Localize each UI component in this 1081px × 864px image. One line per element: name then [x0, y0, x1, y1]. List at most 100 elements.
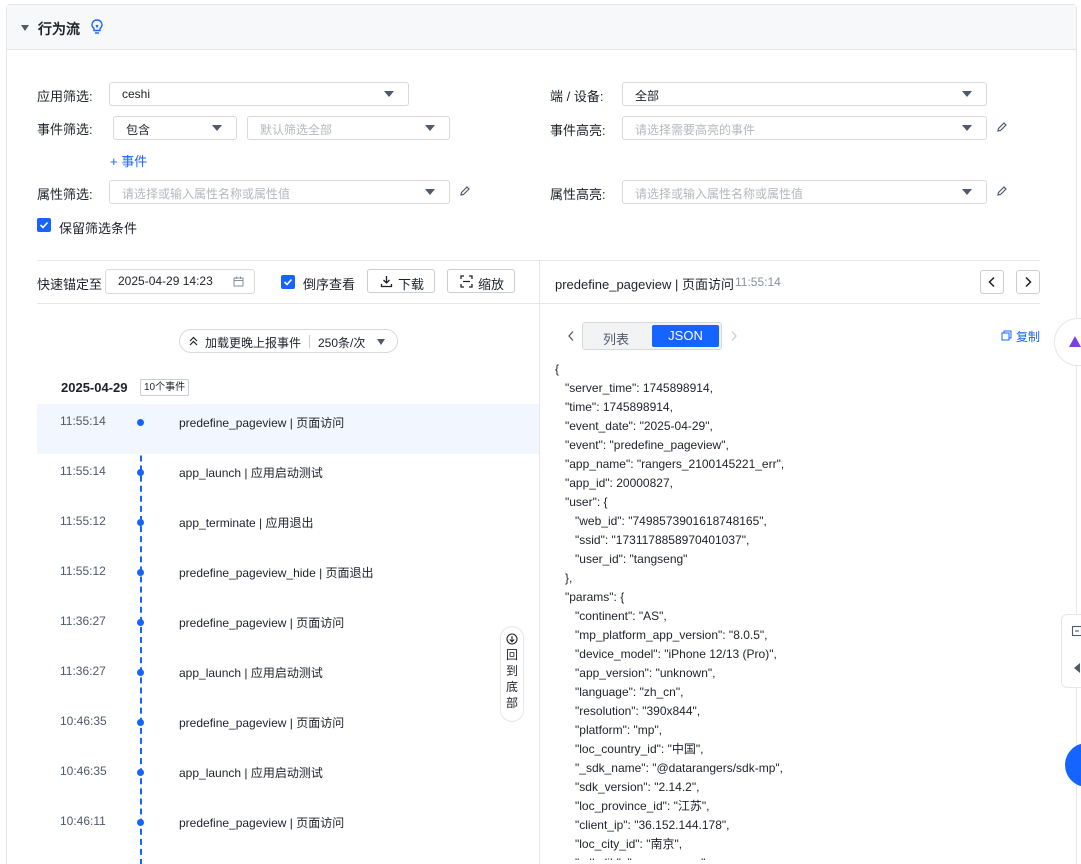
event-name: app_launch | 应用启动测试: [179, 466, 323, 480]
copy-button[interactable]: 复制: [1001, 328, 1040, 345]
timeline-dot: [137, 619, 144, 626]
json-line: "_sdk_name": "@datarangers/sdk-mp",: [555, 761, 783, 775]
device-filter-select[interactable]: 全部: [622, 82, 987, 106]
json-line: "time": 1745898914,: [555, 400, 673, 414]
json-line: "sdk_lib": "mp_common",: [555, 854, 1039, 860]
timeline-dot: [137, 569, 144, 576]
load-more-button[interactable]: 加载更晚上报事件 250条/次: [179, 329, 398, 353]
add-event-button[interactable]: + 事件: [110, 151, 147, 170]
event-highlight-select[interactable]: 请选择需要高亮的事件: [622, 116, 987, 140]
event-name: app_launch | 应用启动测试: [179, 766, 323, 780]
timeline-dot: [137, 769, 144, 776]
collapse-caret-icon[interactable]: [21, 25, 29, 31]
chevron-down-icon: [962, 189, 972, 195]
anchor-datetime-picker[interactable]: 2025-04-29 14:23: [105, 269, 255, 294]
timeline-dot: [137, 719, 144, 726]
edit-pencil-icon[interactable]: [459, 185, 471, 197]
back-to-bottom-button[interactable]: 回到底部: [500, 626, 524, 722]
arrow-down-circle-icon: [506, 633, 518, 645]
json-line: "web_id": "7498573901618748165",: [555, 514, 767, 528]
assistant-icon: [1069, 336, 1081, 347]
device-filter-label: 端 / 设备:: [550, 89, 604, 104]
chevron-right-icon[interactable]: [729, 330, 739, 342]
attr-filter-select[interactable]: 请选择或输入属性名称或属性值: [109, 180, 450, 204]
zoom-icon: [460, 275, 473, 288]
event-time: 10:46:11: [60, 814, 106, 828]
tab-list[interactable]: 列表: [603, 329, 629, 348]
attr-filter-placeholder: 请选择或输入属性名称或属性值: [122, 187, 291, 201]
json-line: "resolution": "390x844",: [555, 704, 701, 718]
timeline-event-row[interactable]: 10:46:35 app_launch | 应用启动测试: [37, 754, 539, 804]
download-button[interactable]: 下载: [367, 269, 435, 293]
timeline-event-row[interactable]: 10:46:11 predefine_pageview | 页面访问: [37, 804, 539, 854]
side-tool-panel: [1061, 614, 1081, 688]
event-name: predefine_pageview | 页面访问: [179, 816, 345, 830]
panel-header[interactable]: 行为流: [7, 5, 1076, 50]
event-name: app_terminate | 应用退出: [179, 516, 314, 530]
timeline-event-row[interactable]: 11:55:12 app_terminate | 应用退出: [37, 504, 539, 554]
json-line: {: [555, 362, 560, 376]
tab-json[interactable]: JSON: [652, 325, 719, 347]
chevron-left-icon[interactable]: [566, 330, 576, 342]
column-divider: [539, 261, 540, 864]
chevron-down-icon: [425, 189, 435, 195]
edit-pencil-icon[interactable]: [996, 185, 1008, 197]
event-time: 11:36:27: [60, 614, 106, 628]
json-line: "client_ip": "36.152.144.178",: [555, 818, 730, 832]
timeline-dot: [137, 519, 144, 526]
load-more-label: 加载更晚上报事件: [205, 336, 302, 350]
event-time: 10:46:35: [60, 714, 107, 728]
lightbulb-icon[interactable]: [89, 18, 105, 36]
json-line: "server_time": 1745898914,: [555, 381, 713, 395]
chevron-down-icon: [962, 91, 972, 97]
event-name: predefine_pageview | 页面访问: [179, 416, 345, 430]
json-line: "language": "zh_cn",: [555, 685, 684, 699]
expand-icon[interactable]: [1071, 625, 1081, 637]
page-size-label[interactable]: 250条/次: [318, 334, 365, 351]
next-event-button[interactable]: [1016, 270, 1040, 294]
detail-event-time: 11:55:14: [735, 275, 781, 289]
json-line: "event": "predefine_pageview",: [555, 438, 729, 452]
timeline-event-row[interactable]: 10:46:35 predefine_pageview | 页面访问: [37, 704, 539, 754]
json-line: "user_id": "tangseng": [555, 552, 688, 566]
timeline-dot: [137, 419, 144, 426]
calendar-icon: [233, 276, 244, 287]
collapse-left-icon[interactable]: [1072, 662, 1081, 674]
device-filter-value: 全部: [635, 89, 660, 103]
timeline-event-row[interactable]: 11:36:27 predefine_pageview | 页面访问: [37, 604, 539, 654]
zoom-button[interactable]: 缩放: [447, 269, 515, 293]
download-label: 下载: [398, 277, 425, 292]
timeline-event-row[interactable]: 11:55:14 app_launch | 应用启动测试: [37, 454, 539, 504]
download-icon: [380, 276, 393, 288]
app-filter-label: 应用筛选:: [37, 89, 93, 104]
edit-pencil-icon[interactable]: [996, 121, 1008, 133]
reverse-order-checkbox[interactable]: [281, 275, 295, 289]
event-time: 10:46:35: [60, 764, 107, 778]
event-filter-select[interactable]: 默认筛选全部: [247, 116, 450, 140]
timeline-event-row[interactable]: 11:55:14 predefine_pageview | 页面访问: [37, 404, 539, 454]
event-count-badge: 10个事件: [140, 379, 190, 396]
event-filter-label: 事件筛选:: [37, 122, 93, 137]
json-line: "ssid": "1731178858970401037",: [555, 533, 750, 547]
event-mode-select[interactable]: 包含: [113, 116, 237, 140]
event-name: predefine_pageview_hide | 页面退出: [179, 566, 374, 580]
event-highlight-label: 事件高亮:: [550, 123, 606, 138]
prev-event-button[interactable]: [980, 270, 1004, 294]
detail-event-title: predefine_pageview | 页面访问: [555, 277, 734, 292]
json-line: "app_version": "unknown",: [555, 666, 716, 680]
copy-label: 复制: [1016, 330, 1041, 344]
attr-highlight-select[interactable]: 请选择或输入属性名称或属性值: [622, 180, 987, 204]
json-line: "app_name": "rangers_2100145221_err",: [555, 457, 785, 471]
json-line: "user": {: [555, 495, 608, 509]
event-time: 11:36:27: [60, 664, 106, 678]
panel-title: 行为流: [38, 21, 80, 37]
chevron-down-icon: [425, 125, 435, 131]
keep-filters-checkbox[interactable]: [37, 218, 51, 232]
timeline-event-row[interactable]: 11:55:12 predefine_pageview_hide | 页面退出: [37, 554, 539, 604]
event-name: app_launch | 应用启动测试: [179, 666, 323, 680]
event-time: 11:55:12: [60, 564, 106, 578]
chevron-left-icon: [988, 276, 995, 288]
timeline-date: 2025-04-29: [61, 380, 128, 395]
app-filter-select[interactable]: ceshi: [109, 82, 409, 106]
timeline-event-row[interactable]: 11:36:27 app_launch | 应用启动测试: [37, 654, 539, 704]
